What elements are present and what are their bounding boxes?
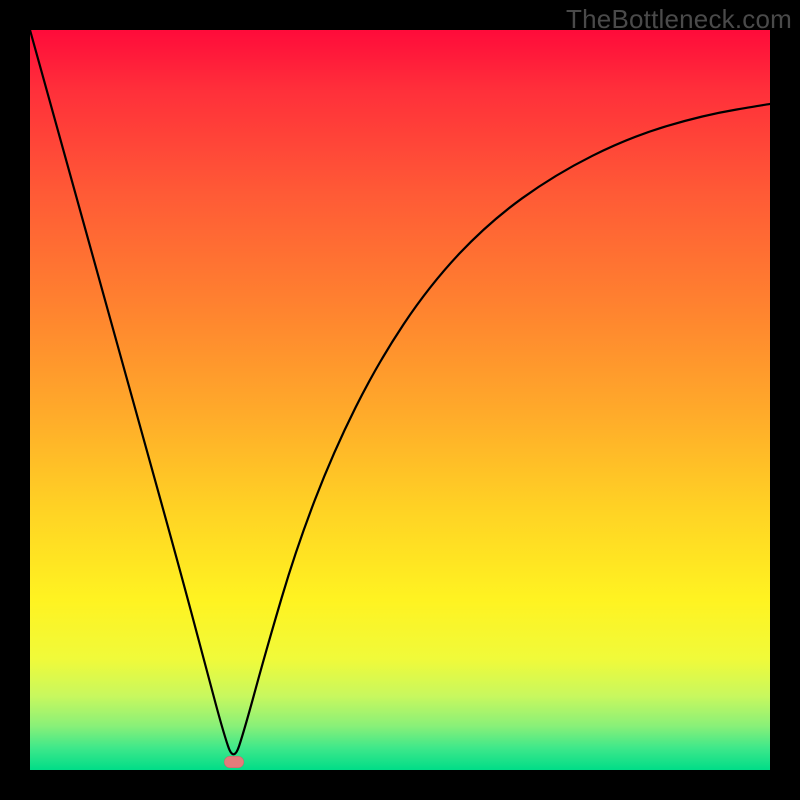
watermark-text: TheBottleneck.com [566,4,792,35]
bottleneck-curve [30,30,770,770]
minimum-marker [224,756,244,768]
chart-frame [30,30,770,770]
